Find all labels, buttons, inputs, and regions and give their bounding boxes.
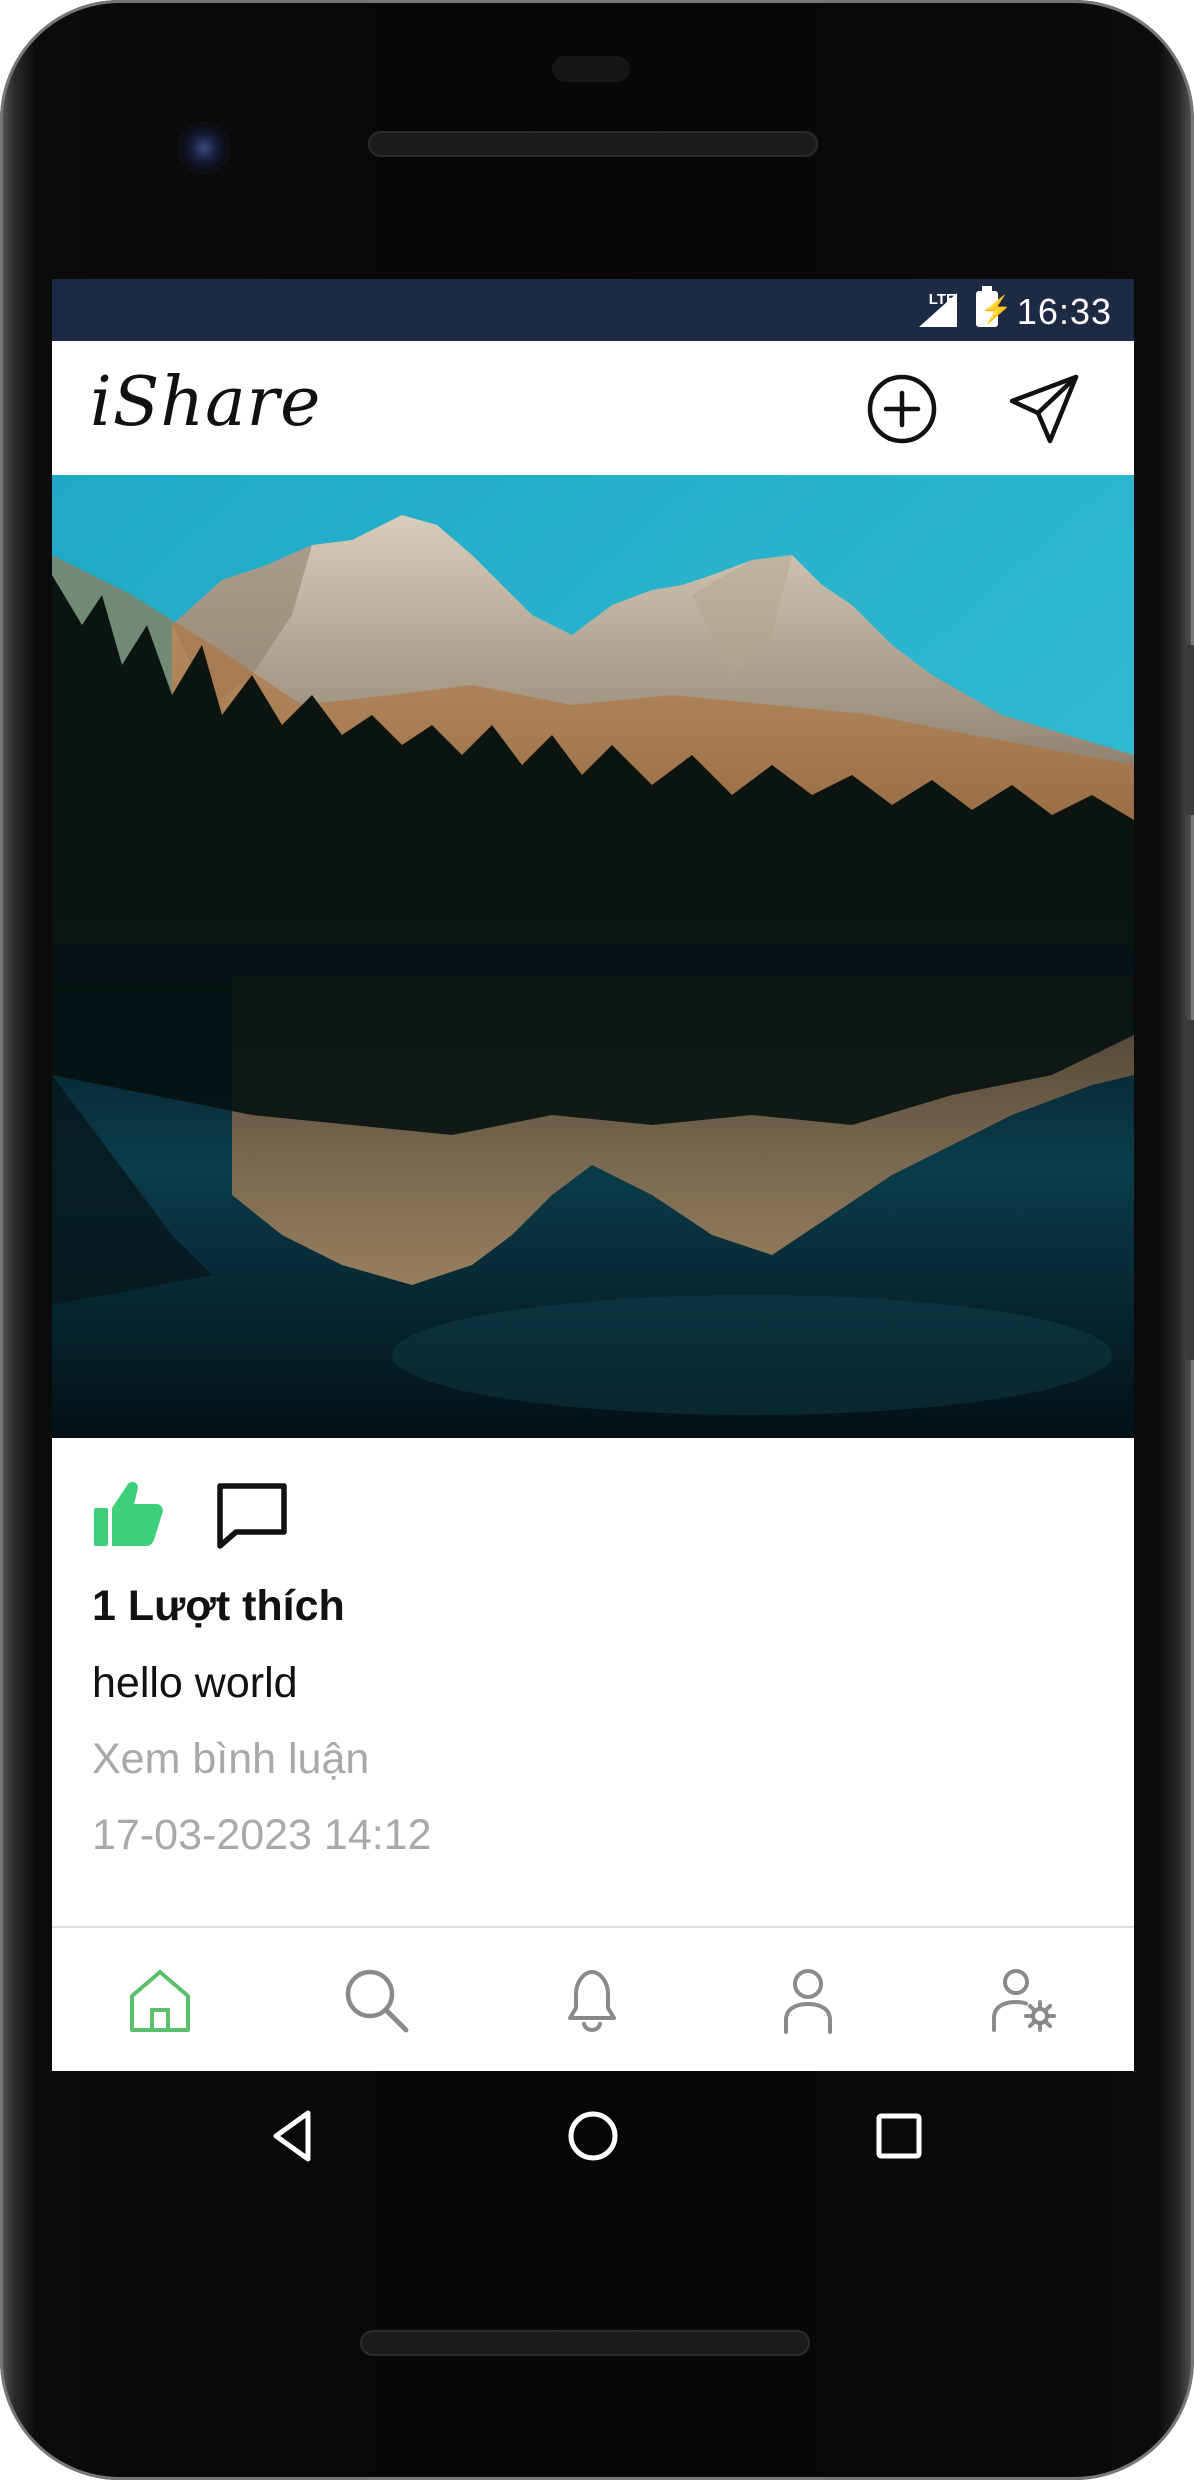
app-logo: iShare <box>90 363 322 442</box>
system-home-button[interactable] <box>564 2107 622 2165</box>
nav-search[interactable] <box>340 1964 412 2036</box>
like-count: 1 Lượt thích <box>92 1582 345 1630</box>
thumbs-up-icon <box>94 1481 163 1546</box>
battery-charging-icon: ⚡ <box>976 286 1012 327</box>
add-circle-icon <box>867 374 937 444</box>
post-actions <box>52 1438 1134 1578</box>
nav-home[interactable] <box>124 1964 196 2036</box>
bell-icon <box>568 1970 616 2032</box>
android-navigation-bar <box>52 2071 1134 2201</box>
view-comments-link[interactable]: Xem bình luận <box>92 1735 369 1784</box>
status-time: 16:33 <box>1016 291 1112 332</box>
earpiece-speaker <box>368 131 818 157</box>
status-bar: LTE ⚡ 16:33 <box>52 279 1134 341</box>
power-button <box>1186 1020 1194 1360</box>
nav-account-settings[interactable] <box>988 1964 1060 2036</box>
user-icon <box>784 1969 832 2034</box>
system-recents-button[interactable] <box>870 2107 928 2165</box>
app-bar: iShare <box>52 341 1134 473</box>
search-icon <box>345 1969 409 2033</box>
home-icon <box>130 1970 190 2032</box>
proximity-sensor <box>552 56 630 82</box>
app-screen: LTE ⚡ 16:33 iShare 1 Lượt thích hello wo… <box>52 279 1134 2071</box>
back-triangle-icon <box>273 2110 311 2162</box>
post-caption: hello world <box>92 1659 298 1707</box>
post-timestamp: 17-03-2023 14:12 <box>92 1811 432 1859</box>
bottom-speaker <box>360 2330 810 2356</box>
signal-icon <box>919 293 957 327</box>
messages-button[interactable] <box>1006 371 1082 447</box>
recents-square-icon <box>876 2113 922 2159</box>
home-circle-icon <box>568 2111 618 2161</box>
front-camera <box>178 122 230 174</box>
nav-profile[interactable] <box>772 1964 844 2036</box>
user-settings-icon <box>992 1969 1056 2032</box>
volume-button <box>1186 645 1194 815</box>
like-button[interactable] <box>92 1478 164 1550</box>
bottom-navigation <box>52 1926 1134 2071</box>
add-post-button[interactable] <box>864 371 940 447</box>
nav-notifications[interactable] <box>556 1964 628 2036</box>
comment-icon <box>217 1483 287 1549</box>
comment-button[interactable] <box>214 1478 290 1550</box>
phone-frame: LTE ⚡ 16:33 iShare 1 Lượt thích hello wo… <box>0 0 1194 2480</box>
send-icon <box>1009 374 1079 444</box>
post-image[interactable] <box>52 475 1134 1438</box>
system-back-button[interactable] <box>264 2107 322 2165</box>
